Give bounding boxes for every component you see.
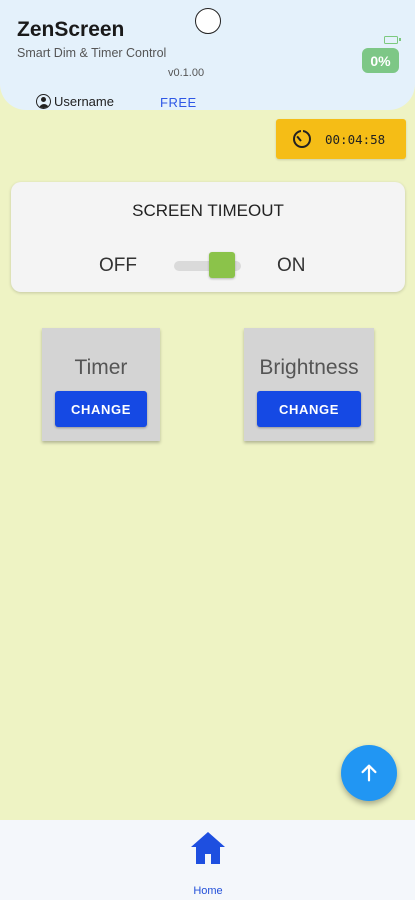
timer-card-title: Timer [74,356,128,379]
plan-badge[interactable]: FREE [160,95,197,110]
countdown-time: 00:04:58 [325,131,386,147]
battery-percent-badge: 0% [362,48,399,73]
toggle-on-label: ON [277,255,306,276]
scroll-to-top-button[interactable] [341,745,397,801]
screen-timeout-switch-thumb[interactable] [209,252,235,278]
brightness-card: Brightness CHANGE [244,328,374,441]
user-account[interactable]: Username [36,94,114,109]
brightness-card-title: Brightness [259,356,359,379]
account-circle-icon [36,94,51,109]
timer-icon [293,128,311,148]
toggle-off-label: OFF [99,255,137,276]
brightness-change-button[interactable]: CHANGE [257,391,361,427]
app-subtitle: Smart Dim & Timer Control [17,46,167,60]
bottom-navigation: Home [0,820,415,900]
arrow-up-icon [361,764,377,782]
app-version: v0.1.00 [168,67,205,79]
screen-timeout-title: SCREEN TIMEOUT [132,201,284,220]
timer-change-button[interactable]: CHANGE [55,391,147,427]
app-header: ZenScreen Smart Dim & Timer Control v0.1… [0,0,415,110]
app-title: ZenScreen [17,18,125,41]
timer-card: Timer CHANGE [42,328,160,441]
username-label: Username [54,94,114,109]
screen-timeout-card: SCREEN TIMEOUT OFF ON [11,182,405,292]
countdown-chip[interactable]: 00:04:58 [276,119,406,159]
nav-item-home[interactable]: Home [178,830,238,897]
home-icon [191,832,225,864]
camera-cutout [195,8,221,34]
nav-item-home-label: Home [193,885,223,897]
battery-icon [384,36,401,44]
